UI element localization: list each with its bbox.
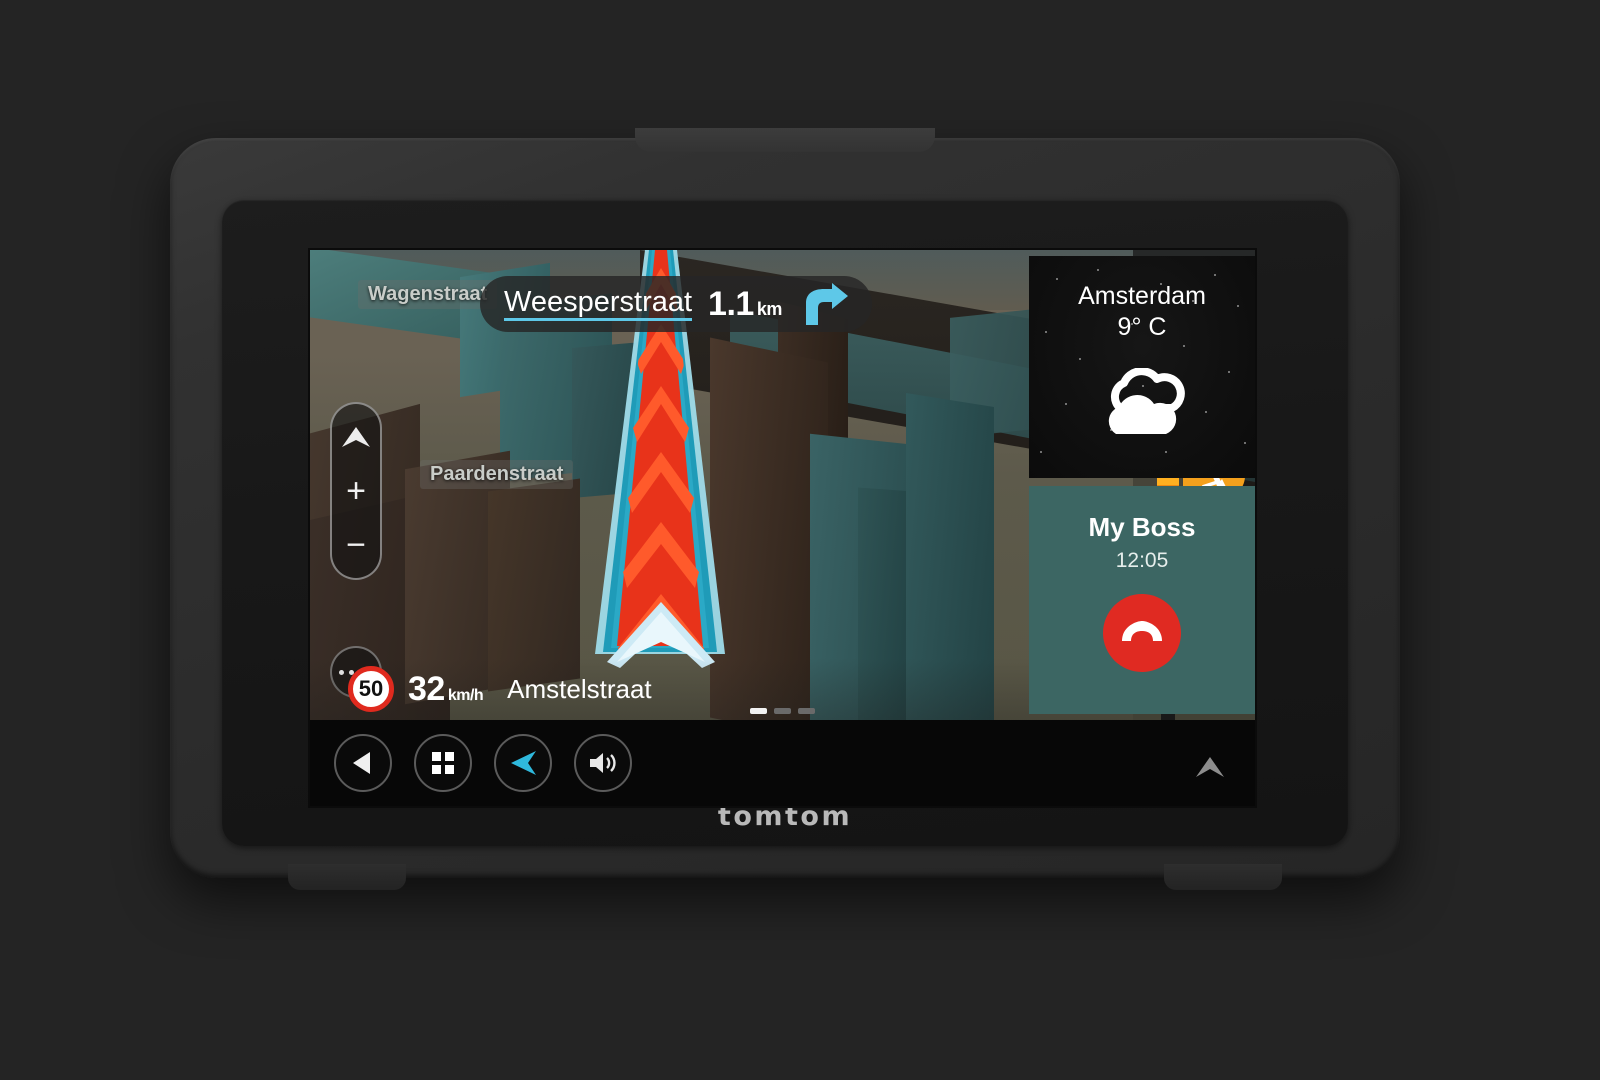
device-notch: [635, 128, 935, 152]
chevron-up-icon[interactable]: [1195, 756, 1225, 778]
toolbar-volume-button[interactable]: [574, 734, 632, 792]
page-dot-1[interactable]: [750, 708, 767, 714]
map-street-label-wagenstraat: Wagenstraat: [358, 280, 498, 309]
current-speed-unit: km/h: [447, 686, 484, 704]
map-street-label-paardenstraat: Paardenstraat: [420, 460, 574, 489]
map-view[interactable]: Wagenstraat Paardenstraat + − Weesperstr…: [310, 250, 1255, 720]
side-panels: Amsterdam 9° C My Boss 12:05: [1023, 250, 1255, 720]
page-dot-2[interactable]: [774, 708, 791, 714]
next-street-name: Weesperstraat: [504, 286, 693, 322]
toolbar-apps-button[interactable]: [414, 734, 472, 792]
grid-menu-icon: [432, 752, 454, 774]
toolbar-back-button[interactable]: [334, 734, 392, 792]
next-instruction-bar[interactable]: Weesperstraat 1.1 km: [480, 276, 872, 332]
next-distance-value: 1.1: [708, 284, 754, 323]
north-arrow-icon: [342, 427, 370, 447]
compass-north-icon[interactable]: [338, 419, 374, 455]
hangup-button[interactable]: [1103, 594, 1181, 672]
current-street-name: Amstelstraat: [507, 673, 652, 704]
call-duration: 12:05: [1115, 549, 1169, 572]
hangup-phone-icon: [1122, 621, 1162, 641]
navigation-cursor-icon: [511, 751, 536, 775]
weather-panel[interactable]: Amsterdam 9° C: [1029, 256, 1255, 478]
caller-name: My Boss: [1088, 512, 1196, 542]
screenshot-root: TOMTOM: [0, 0, 1600, 1080]
speed-limit-sign: 50: [348, 666, 394, 712]
toolbar-navigate-button[interactable]: [494, 734, 552, 792]
turn-right-icon: [805, 283, 848, 325]
next-distance: 1.1 km: [708, 285, 782, 324]
call-panel[interactable]: My Boss 12:05: [1029, 486, 1255, 714]
zoom-in-button[interactable]: +: [338, 473, 374, 509]
zoom-out-button[interactable]: −: [338, 527, 374, 563]
back-arrow-icon: [353, 752, 370, 774]
page-dot-3[interactable]: [798, 708, 815, 714]
weather-city: Amsterdam: [1078, 282, 1206, 310]
current-speed: 32 km/h: [408, 669, 484, 709]
device-toolbar: [310, 720, 1255, 806]
speaker-volume-icon: [590, 753, 616, 773]
device-screen: Wagenstraat Paardenstraat + − Weesperstr…: [310, 250, 1255, 806]
cloudy-icon: [1108, 368, 1185, 434]
map-zoom-control-group[interactable]: + −: [330, 402, 382, 580]
device-foot-right: [1164, 864, 1282, 890]
next-distance-unit: km: [756, 298, 783, 319]
device-foot-left: [288, 864, 406, 890]
current-speed-value: 32: [408, 669, 445, 708]
weather-temperature: 9° C: [1117, 313, 1167, 341]
